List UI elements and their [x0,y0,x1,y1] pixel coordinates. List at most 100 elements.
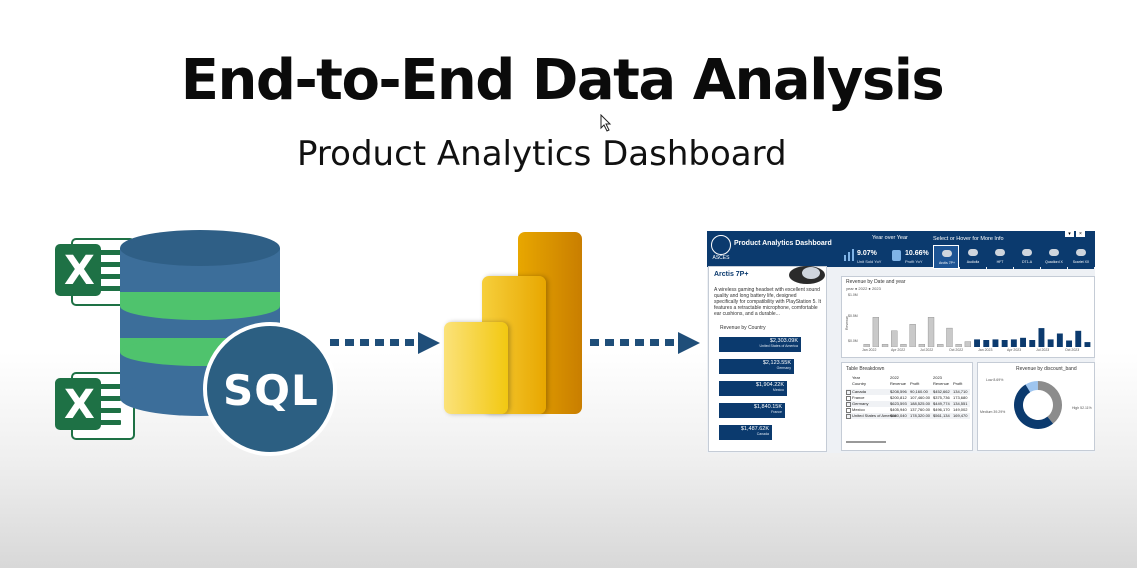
sql-badge: SQL [203,322,337,456]
donut-title: Revenue by discount_band [1016,366,1077,372]
headset-thumb-icon [1022,249,1032,256]
kpi-profit-value: 10.66% [905,250,929,257]
table-cell: $496,170 [933,407,950,412]
x-tick-label: Oct 2023 [1065,348,1080,352]
revenue-bar[interactable] [1001,340,1008,347]
country-bar-name: France [771,410,782,414]
revenue-bar[interactable] [992,339,999,347]
table-cell: $561,134 [933,413,950,418]
table-cell: France [852,395,865,400]
table-cell: $550,040 [890,413,907,418]
country-bar[interactable]: $2,123.55K Germany [719,359,794,374]
revenue-bar[interactable] [891,330,898,347]
revenue-bar[interactable] [909,324,916,347]
product-option[interactable]: DT1-A [1014,245,1040,269]
logo-text: ASCES [712,255,730,261]
country-bars: $2,303.09K United States of America $2,123… [719,337,819,449]
product-option[interactable]: HFT [987,245,1013,269]
product-option-label: HFT [996,260,1004,264]
table-cell: 169,470 [953,413,968,418]
country-bar-name: Canada [756,432,769,436]
revenue-bar[interactable] [955,344,962,347]
sql-label: SQL [223,366,319,415]
revenue-bar[interactable] [946,327,953,347]
y-axis-label: Revenue [845,315,850,331]
x-tick-label: Oct 2022 [949,348,964,352]
country-bar[interactable]: $1,840.15K France [719,403,785,418]
product-card: Arctis 7P+ A wireless gaming headset wit… [708,266,827,452]
discount-donut-chart [1014,381,1062,429]
page-title: End-to-End Data Analysis [180,48,945,113]
revenue-bar[interactable] [937,344,944,347]
table-cell: Mexico [852,407,865,412]
expand-icon[interactable] [846,414,851,419]
product-option[interactable]: Scarlet XX [1068,245,1094,269]
country-bar-name: United States of America [759,344,798,348]
y-tick: $0.0M [848,339,858,343]
table-cell: $405,940 [890,407,907,412]
kpi-units-value: 9.07% [857,250,877,257]
revenue-bar[interactable] [1047,339,1054,347]
x-axis-ticks: Jan 2022 Apr 2022 Jul 2022 Oct 2022 Jan 2023… [862,348,1092,356]
revenue-bar[interactable] [964,341,972,347]
revenue-bar[interactable] [1056,333,1063,348]
revenue-bar[interactable] [1066,340,1072,348]
dashboard-title: Product Analytics Dashboard [734,240,832,247]
revenue-bar[interactable] [1038,328,1045,347]
revenue-bar[interactable] [918,344,926,347]
revenue-bar[interactable] [927,317,935,347]
revenue-date-panel: Revenue by Date and year year ● 2022 ● 2… [841,276,1095,358]
kpi-profit-label: Profit YoY [905,259,923,264]
x-tick-label: Jul 2023 [1036,348,1050,352]
page-subtitle: Product Analytics Dashboard [297,134,787,174]
revenue-chart-title: Revenue by Date and year [846,279,906,285]
table-cell: Profit [953,381,963,386]
table-cell: Profit [910,381,920,386]
table-cell: Canada [852,389,867,394]
minimize-button[interactable]: ▾ [1065,231,1074,237]
product-option[interactable]: Audioltz [960,245,986,269]
dotted-arrow-icon [330,332,442,354]
table-cell: $208,596 [890,389,907,394]
revenue-bar[interactable] [900,344,907,347]
revenue-bar[interactable] [1084,342,1091,347]
revenue-bar[interactable] [974,339,980,347]
table-title: Table Breakdown [846,366,885,372]
donut-slice[interactable] [1037,381,1062,424]
table-scrollbar[interactable] [846,441,886,443]
table-cell: $623,593 [890,401,907,406]
donut-label-medium: Medium 39.29% [980,410,1006,414]
donut-label-high: High 52.11% [1072,406,1092,410]
table-cell: 134,710 [953,389,968,394]
revenue-bar[interactable] [1010,339,1017,347]
bar-chart-icon [844,249,854,261]
donut-panel: Revenue by discount_band Low 8.69% Mediu… [977,362,1095,451]
revenue-bar[interactable] [1075,330,1082,347]
dashboard-preview: ASCES Product Analytics Dashboard Year o… [707,231,1095,453]
product-option[interactable]: Quadlord X [1041,245,1067,269]
revenue-bar[interactable] [983,340,990,347]
revenue-bar[interactable] [1020,337,1026,347]
close-button[interactable]: × [1076,231,1085,237]
country-bar[interactable]: $1,487.62K Canada [719,425,772,440]
country-bar[interactable]: $2,303.09K United States of America [719,337,801,352]
revenue-bar-chart [863,317,1091,348]
revenue-bar[interactable] [872,317,879,347]
chart-legend: year ● 2022 ● 2023 [846,286,881,291]
table-cell: 188,525.00 [910,401,931,406]
revenue-bar[interactable] [881,344,889,347]
table-cell: 137,760.00 [910,407,931,412]
headset-thumb-icon [995,249,1005,256]
table-cell: Germany [852,401,869,406]
product-option[interactable]: Arctis 7P+ [933,245,959,269]
yoy-label: Year over Year [872,235,908,241]
product-option-label: Scarlet XX [1072,260,1090,264]
revenue-bar[interactable] [1029,340,1036,347]
headset-thumb-icon [942,250,952,257]
country-bar[interactable]: $1,904.22K Mexico [719,381,787,396]
table-cell: 173,680 [953,395,968,400]
table-cell: 134,551 [953,401,968,406]
product-option-label: Audioltz [966,260,980,264]
revenue-bar[interactable] [863,344,870,347]
product-name: Arctis 7P+ [714,271,749,278]
